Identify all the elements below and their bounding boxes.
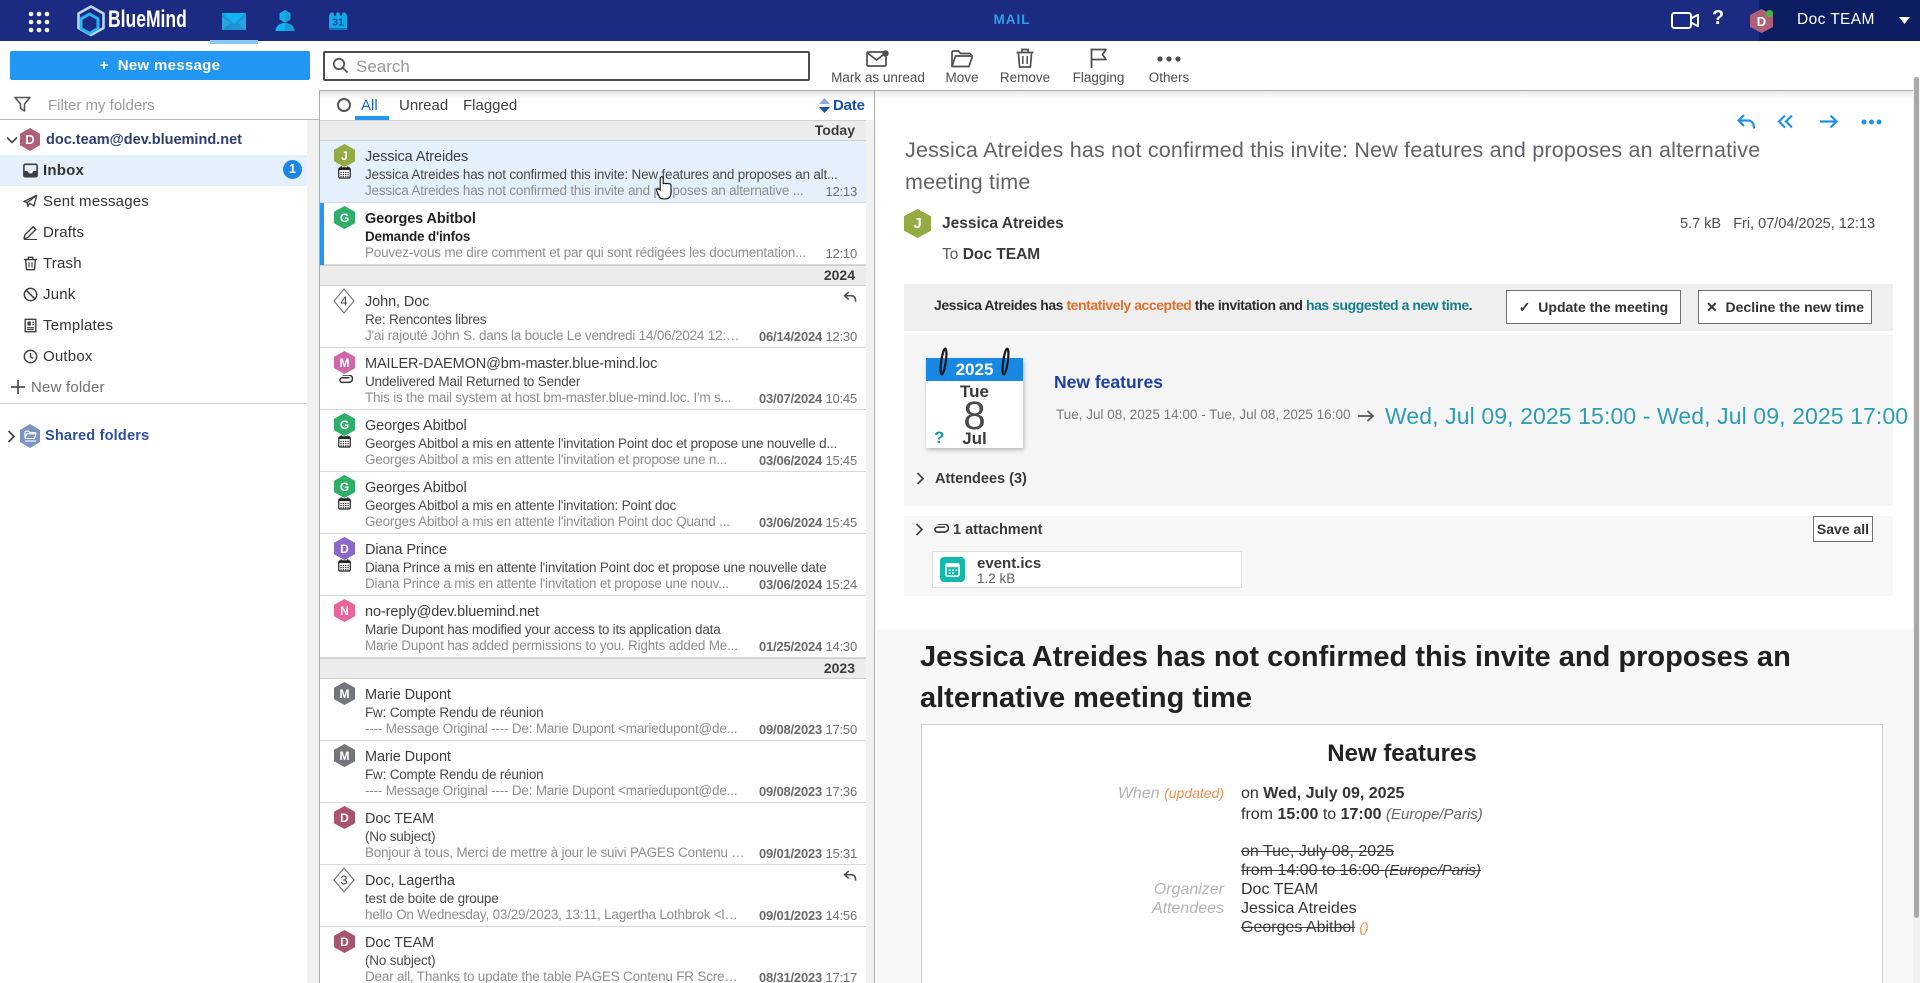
svg-text:31: 31 — [332, 17, 344, 29]
svg-text:3: 3 — [340, 873, 347, 888]
svg-text:4: 4 — [340, 294, 347, 309]
